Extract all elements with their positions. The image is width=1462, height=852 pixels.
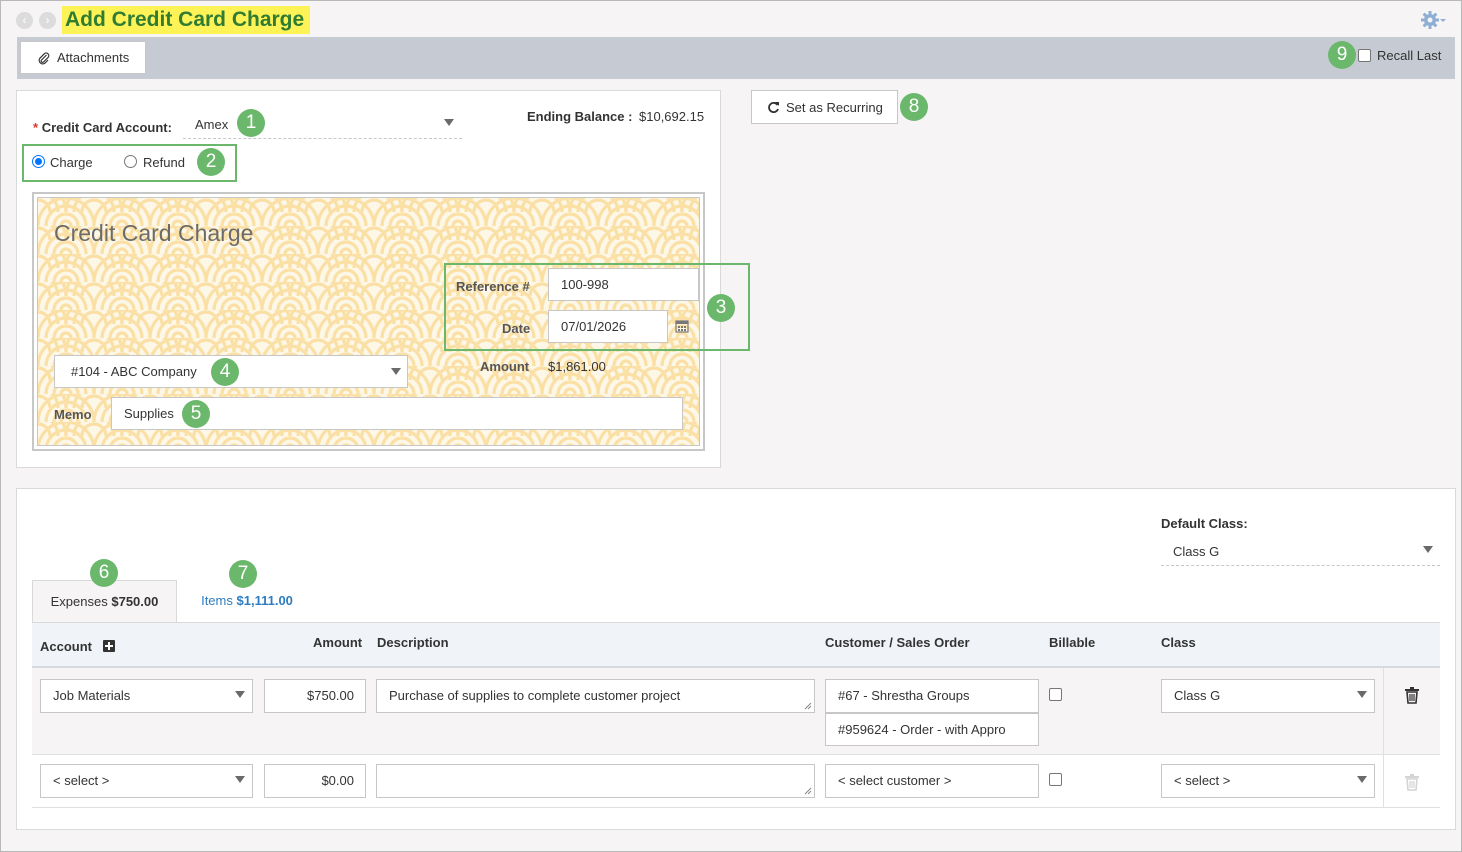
chevron-down-icon	[1357, 776, 1367, 783]
paperclip-icon	[38, 52, 50, 65]
trash-icon	[1405, 774, 1419, 791]
class-select[interactable]: Class G	[1161, 679, 1375, 713]
badge-9: 9	[1328, 41, 1356, 69]
chevron-down-icon	[1423, 546, 1433, 553]
customer-select[interactable]: < select customer >	[825, 764, 1039, 798]
col-description: Description	[377, 635, 449, 650]
description-input[interactable]: Purchase of supplies to complete custome…	[376, 679, 815, 713]
recall-last-label: Recall Last	[1377, 48, 1442, 63]
customer-value: #67 - Shrestha Groups	[838, 688, 970, 703]
charge-radio-label: Charge	[50, 155, 93, 170]
amount-label: Amount	[480, 359, 530, 374]
badge-4: 4	[211, 358, 239, 386]
sales-order-select[interactable]: #959624 - Order - with Appro	[825, 713, 1039, 746]
account-select[interactable]: < select >	[40, 764, 253, 798]
credit-card-account-label: * Credit Card Account:	[33, 120, 172, 135]
set-as-recurring-label: Set as Recurring	[786, 100, 883, 115]
calendar-icon[interactable]	[675, 319, 689, 333]
set-as-recurring-button[interactable]: Set as Recurring	[751, 90, 898, 124]
memo-value: Supplies	[124, 406, 174, 421]
billable-checkbox[interactable]	[1049, 773, 1062, 786]
badge-8: 8	[900, 93, 928, 121]
badge-3: 3	[707, 294, 735, 322]
gear-icon[interactable]	[1420, 10, 1446, 30]
back-nav-icon[interactable]: ‹	[16, 12, 33, 29]
charge-radio[interactable]	[32, 155, 45, 168]
line-amount-value: $750.00	[307, 688, 354, 703]
tab-items-amount: $1,111.00	[236, 593, 293, 608]
table-row: < select > $0.00 < select customer > < s…	[32, 755, 1440, 808]
col-billable: Billable	[1049, 635, 1096, 650]
line-amount-value: $0.00	[321, 773, 354, 788]
date-value: 07/01/2026	[561, 319, 627, 334]
default-class-value: Class G	[1173, 544, 1220, 559]
default-class-label: Default Class:	[1161, 516, 1248, 531]
col-account: Account	[40, 639, 92, 654]
attachments-button[interactable]: Attachments	[20, 41, 146, 74]
chevron-down-icon	[1357, 691, 1367, 698]
ending-balance-label: Ending Balance :	[527, 109, 633, 124]
amount-input[interactable]: $750.00	[264, 679, 366, 713]
add-account-icon[interactable]	[103, 640, 115, 652]
badge-5: 5	[182, 400, 210, 428]
tab-items-label: Items	[201, 593, 233, 608]
ending-balance-value: $10,692.15	[639, 109, 705, 124]
attachments-label: Attachments	[57, 50, 130, 65]
col-class: Class	[1161, 635, 1196, 650]
page-title: Add Credit Card Charge	[62, 6, 311, 34]
class-value: Class G	[1174, 688, 1221, 703]
table-header: Account Amount Description Customer / Sa…	[32, 622, 1440, 668]
vendor-value: #104 - ABC Company	[71, 364, 197, 379]
amount-input[interactable]: $0.00	[264, 764, 366, 798]
badge-7: 7	[229, 560, 257, 588]
class-value: < select >	[1174, 773, 1231, 788]
date-input[interactable]: 07/01/2026	[548, 310, 668, 343]
tab-expenses-amount: $750.00	[111, 594, 159, 609]
table-row: Job Materials $750.00 Purchase of suppli…	[32, 668, 1440, 755]
badge-2: 2	[197, 148, 225, 176]
credit-card-account-value: Amex	[195, 117, 229, 132]
chevron-down-icon	[235, 691, 245, 698]
date-label: Date	[502, 321, 531, 336]
description-value: Purchase of supplies to complete custome…	[389, 688, 681, 703]
customer-value: < select customer >	[838, 773, 952, 788]
reference-input[interactable]: 100-998	[548, 268, 699, 301]
toolbar: Attachments Recall Last	[17, 37, 1455, 79]
resize-handle-icon[interactable]	[804, 702, 812, 710]
reference-label: Reference #	[456, 279, 530, 294]
trash-icon[interactable]	[1405, 687, 1419, 704]
credit-card-account-select[interactable]: Amex	[183, 112, 462, 139]
row-divider	[1383, 755, 1384, 808]
sales-order-value: #959624 - Order - with Appro	[838, 722, 1006, 737]
check-title: Credit Card Charge	[54, 220, 254, 246]
amount-value: $1,861.00	[548, 359, 606, 374]
forward-nav-icon[interactable]: ›	[39, 12, 56, 29]
refresh-icon	[768, 102, 779, 113]
class-select[interactable]: < select >	[1161, 764, 1375, 798]
badge-1: 1	[237, 109, 265, 137]
col-customer-sales-order: Customer / Sales Order	[825, 635, 970, 650]
billable-checkbox[interactable]	[1049, 688, 1062, 701]
description-input[interactable]	[376, 764, 815, 798]
account-value: Job Materials	[53, 688, 131, 703]
chevron-down-icon	[235, 776, 245, 783]
resize-handle-icon[interactable]	[804, 787, 812, 795]
refund-radio[interactable]	[124, 155, 137, 168]
account-select[interactable]: Job Materials	[40, 679, 253, 713]
badge-6: 6	[90, 559, 118, 587]
recall-last-checkbox[interactable]	[1358, 49, 1371, 62]
tab-expenses-label: Expenses	[50, 594, 108, 609]
row-divider	[1383, 668, 1384, 755]
customer-select[interactable]: #67 - Shrestha Groups	[825, 679, 1039, 713]
col-amount: Amount	[313, 635, 363, 650]
reference-value: 100-998	[561, 277, 609, 292]
chevron-down-icon	[391, 368, 401, 375]
memo-label: Memo	[54, 407, 92, 422]
chevron-down-icon	[444, 119, 454, 126]
default-class-select[interactable]: Class G	[1161, 538, 1440, 566]
account-value: < select >	[53, 773, 110, 788]
refund-radio-label: Refund	[143, 155, 185, 170]
